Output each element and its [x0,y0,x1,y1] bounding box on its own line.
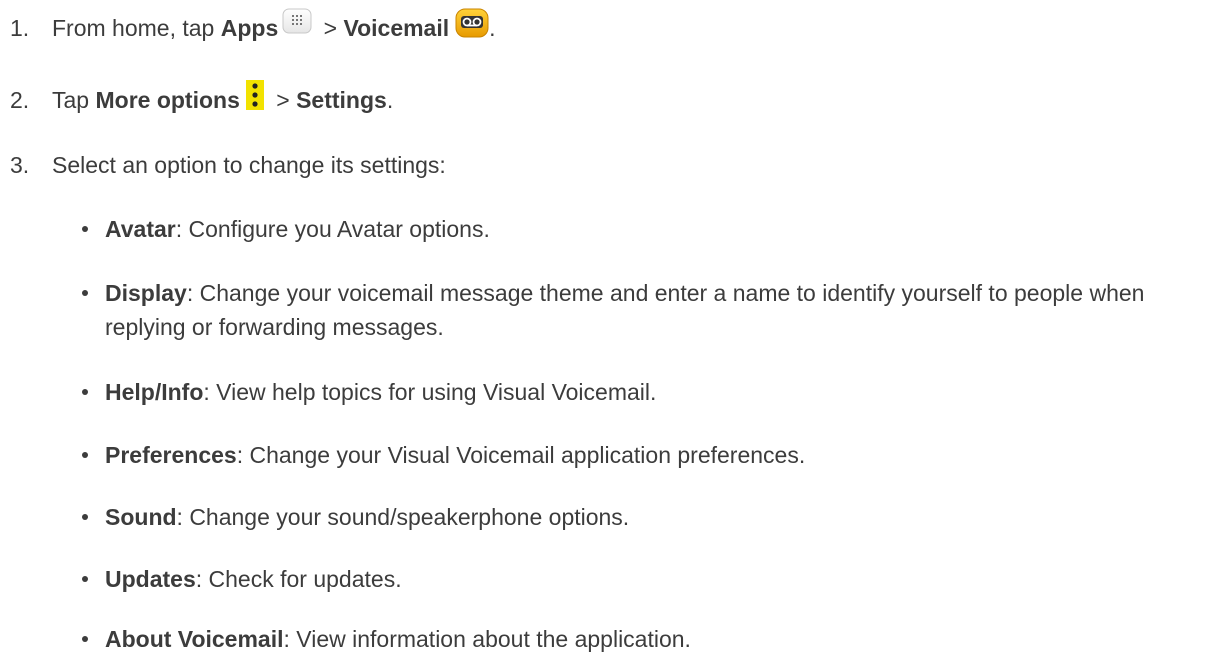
list-item: Help/Info: View help topics for using Vi… [82,375,1197,409]
option-description: : Check for updates. [195,566,402,592]
option-term: Sound [105,504,177,530]
option-description: : Configure you Avatar options. [175,216,490,242]
option-term: Help/Info [105,379,204,405]
step-3: 3. Select an option to change its setting… [0,151,446,179]
bullet-point [82,389,88,395]
option-term: Avatar [105,216,176,242]
list-item: Avatar: Configure you Avatar options. [82,212,1197,246]
bullet-point [82,576,88,582]
step-text: . [386,87,394,113]
step-number: 3. [10,152,30,178]
bullet-point [82,514,88,520]
step-text: Tap [52,87,96,113]
option-description: : View information about the application… [283,626,691,652]
option-description: : Change your voicemail message theme an… [105,280,1145,340]
apps-grid-icon [282,8,312,34]
step-1: 1. From home, tap Apps > Voicemail . [0,8,496,42]
separator: > [317,15,344,41]
apps-label: Apps [220,15,279,41]
bullet-point [82,636,88,642]
step-2: 2. Tap More options > Settings. [0,80,394,114]
list-item: Preferences: Change your Visual Voicemai… [82,438,1197,472]
option-description: : Change your Visual Voicemail applicati… [236,442,806,468]
voicemail-label: Voicemail [343,15,450,41]
step-number: 1. [10,15,30,41]
option-term: About Voicemail [105,626,284,652]
option-description: : Change your sound/speakerphone options… [176,504,630,530]
instructions-document: 1. From home, tap Apps > Voicemail . 2. … [0,0,1212,658]
option-description: : View help topics for using Visual Voic… [203,379,657,405]
list-item: About Voicemail: View information about … [82,622,1197,656]
option-term: Display [105,280,187,306]
option-term: Updates [105,566,196,592]
settings-label: Settings [296,87,387,113]
option-term: Preferences [105,442,237,468]
step-number: 2. [10,87,30,113]
step-text: Select an option to change its settings: [52,152,446,178]
list-item: Updates: Check for updates. [82,562,1197,596]
more-options-label: More options [95,87,240,113]
list-item: Sound: Change your sound/speakerphone op… [82,500,1197,534]
more-options-icon [245,80,264,110]
separator: > [269,87,297,113]
list-item: Display: Change your voicemail message t… [82,276,1197,344]
voicemail-app-icon [455,8,489,38]
bullet-point [82,452,88,458]
step-text: . [489,15,496,41]
bullet-point [82,226,88,232]
step-text: From home, tap [52,15,221,41]
bullet-point [82,290,88,296]
